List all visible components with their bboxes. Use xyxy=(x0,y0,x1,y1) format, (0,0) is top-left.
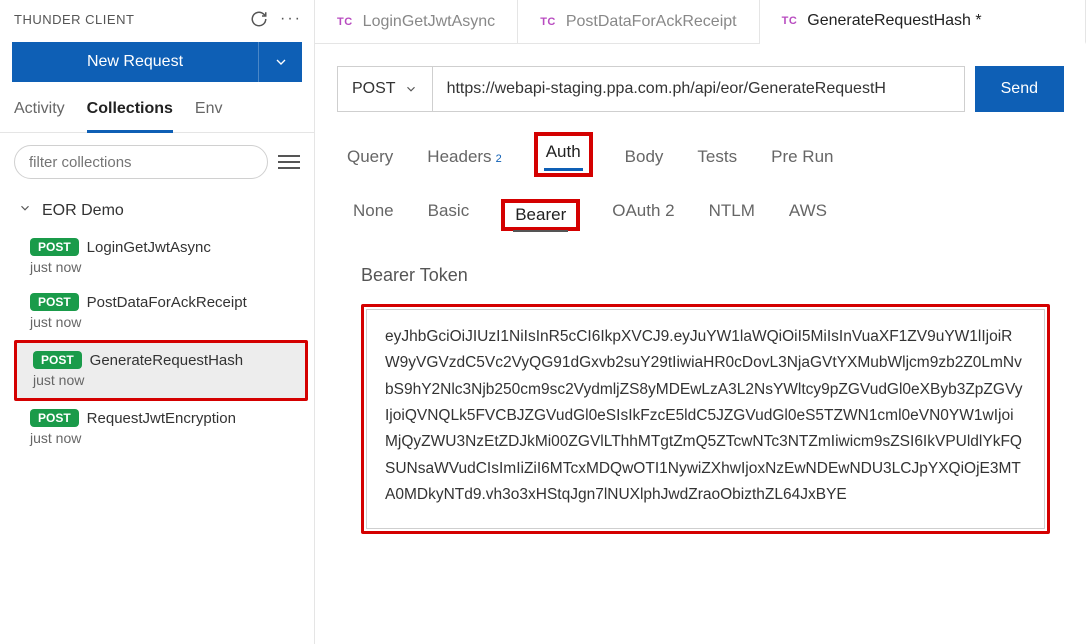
request-time: just now xyxy=(33,372,293,388)
tab-activity[interactable]: Activity xyxy=(14,96,65,132)
editor-tabs: TC LoginGetJwtAsync TC PostDataForAckRec… xyxy=(315,0,1086,44)
request-time: just now xyxy=(30,314,302,330)
subtab-query[interactable]: Query xyxy=(345,143,395,177)
auth-type-aws[interactable]: AWS xyxy=(787,199,829,231)
sidebar: THUNDER CLIENT ··· New Request Activity … xyxy=(0,0,315,644)
request-name: GenerateRequestHash xyxy=(90,352,243,369)
tab-env[interactable]: Env xyxy=(195,96,223,132)
send-button[interactable]: Send xyxy=(975,66,1064,112)
bearer-token-label: Bearer Token xyxy=(361,265,1050,286)
new-request-row: New Request xyxy=(0,34,314,92)
tab-label: LoginGetJwtAsync xyxy=(363,13,496,31)
method-select[interactable]: POST xyxy=(337,66,433,112)
new-request-button[interactable]: New Request xyxy=(12,42,258,82)
editor-tab[interactable]: TC LoginGetJwtAsync xyxy=(315,0,518,43)
new-request-dropdown[interactable] xyxy=(258,42,302,82)
method-badge: POST xyxy=(30,238,79,256)
collection-item[interactable]: EOR Demo xyxy=(0,191,314,230)
request-item[interactable]: POST RequestJwtEncryption just now xyxy=(0,401,314,456)
bearer-token-input[interactable]: eyJhbGciOiJIUzI1NiIsInR5cCI6IkpXVCJ9.eyJ… xyxy=(366,309,1045,529)
more-icon[interactable]: ··· xyxy=(282,10,300,28)
extension-title: THUNDER CLIENT xyxy=(14,12,134,27)
method-badge: POST xyxy=(30,293,79,311)
request-name: PostDataForAckReceipt xyxy=(87,294,247,311)
bearer-token-section: Bearer Token eyJhbGciOiJIUzI1NiIsInR5cCI… xyxy=(315,239,1086,554)
request-item[interactable]: POST PostDataForAckReceipt just now xyxy=(0,285,314,340)
method-badge: POST xyxy=(30,409,79,427)
request-item[interactable]: POST GenerateRequestHash just now xyxy=(17,343,305,398)
tab-prefix: TC xyxy=(540,16,556,28)
sidebar-header: THUNDER CLIENT ··· xyxy=(0,0,314,34)
tab-label: PostDataForAckReceipt xyxy=(566,13,737,31)
request-name: LoginGetJwtAsync xyxy=(87,239,211,256)
request-time: just now xyxy=(30,259,302,275)
auth-type-none[interactable]: None xyxy=(351,199,396,231)
refresh-icon[interactable] xyxy=(250,10,268,28)
request-time: just now xyxy=(30,430,302,446)
sidebar-tabs: Activity Collections Env xyxy=(0,92,314,133)
url-input[interactable] xyxy=(433,66,965,112)
request-bar: POST Send xyxy=(315,44,1086,126)
method-badge: POST xyxy=(33,351,82,369)
auth-type-ntlm[interactable]: NTLM xyxy=(707,199,757,231)
main-panel: TC LoginGetJwtAsync TC PostDataForAckRec… xyxy=(315,0,1086,644)
subtab-auth[interactable]: Auth xyxy=(544,138,583,171)
collection-name: EOR Demo xyxy=(42,202,124,220)
request-sub-tabs: Query Headers2 Auth Body Tests Pre Run xyxy=(315,126,1086,177)
chevron-down-icon xyxy=(404,82,418,96)
method-value: POST xyxy=(352,80,396,98)
auth-type-basic[interactable]: Basic xyxy=(426,199,472,231)
tab-prefix: TC xyxy=(782,15,798,27)
sidebar-header-actions: ··· xyxy=(250,10,300,28)
request-name: RequestJwtEncryption xyxy=(87,410,236,427)
request-item[interactable]: POST LoginGetJwtAsync just now xyxy=(0,230,314,285)
chevron-down-icon xyxy=(18,201,32,220)
tab-prefix: TC xyxy=(337,16,353,28)
subtab-prerun[interactable]: Pre Run xyxy=(769,143,835,177)
subtab-tests[interactable]: Tests xyxy=(695,143,739,177)
auth-type-tabs: None Basic Bearer OAuth 2 NTLM AWS xyxy=(315,177,1086,239)
list-menu-icon[interactable] xyxy=(278,155,300,169)
editor-tab[interactable]: TC PostDataForAckReceipt xyxy=(518,0,759,43)
subtab-headers[interactable]: Headers2 xyxy=(425,143,503,177)
filter-input[interactable] xyxy=(14,145,268,179)
tab-collections[interactable]: Collections xyxy=(87,96,173,133)
editor-tab[interactable]: TC GenerateRequestHash * xyxy=(760,0,1086,44)
filter-row xyxy=(0,133,314,191)
headers-count: 2 xyxy=(496,153,502,165)
auth-type-bearer[interactable]: Bearer xyxy=(513,203,568,232)
subtab-body[interactable]: Body xyxy=(623,143,666,177)
tab-label: GenerateRequestHash * xyxy=(807,12,981,30)
auth-type-oauth2[interactable]: OAuth 2 xyxy=(610,199,676,231)
